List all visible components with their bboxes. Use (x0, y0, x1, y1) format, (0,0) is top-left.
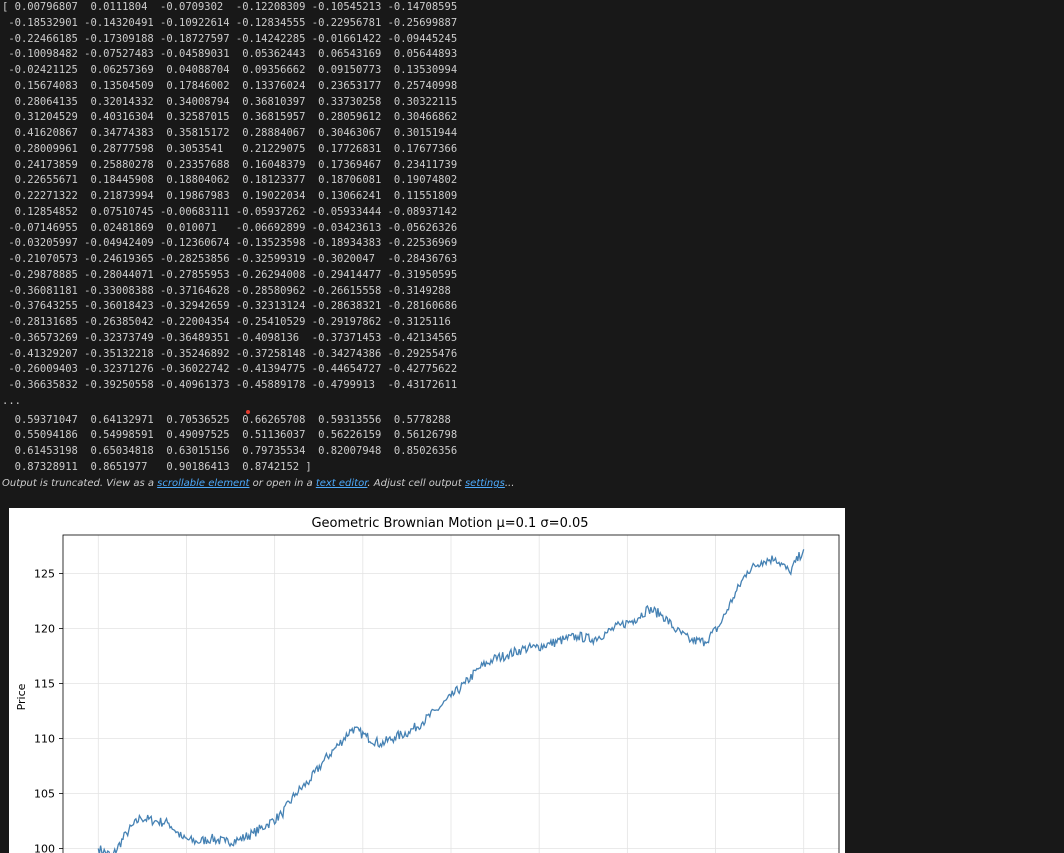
gbm-chart: Geometric Brownian Motion μ=0.1 σ=0.05 1… (9, 508, 845, 853)
output-line: 0.22271322 0.21873994 0.19867983 0.19022… (2, 189, 562, 205)
y-tick-label: 105 (34, 788, 55, 801)
output-line: -0.10098482 -0.07527483 -0.04589031 0.05… (2, 47, 562, 63)
output-line: -0.37643255 -0.36018423 -0.32942659 -0.3… (2, 299, 562, 315)
output-line: 0.61453198 0.65034818 0.63015156 0.79735… (2, 444, 562, 460)
truncation-notice: Output is truncated. View as a scrollabl… (2, 478, 514, 489)
output-line: 0.22655671 0.18445908 0.18804062 0.18123… (2, 173, 562, 189)
output-line: 0.59371047 0.64132971 0.70536525 0.66265… (2, 413, 562, 429)
output-line: -0.36081181 -0.33008388 -0.37164628 -0.2… (2, 284, 562, 300)
cursor-marker (246, 410, 250, 414)
y-tick-label: 125 (34, 568, 55, 581)
output-line: -0.07146955 0.02481869 0.010071 -0.06692… (2, 221, 562, 237)
y-axis-label: Price (15, 683, 28, 710)
output-line: [ 0.00796807 0.0111804 -0.0709302 -0.122… (2, 0, 562, 16)
output-line: 0.28064135 0.32014332 0.34008794 0.36810… (2, 95, 562, 111)
output-line: -0.28131685 -0.26385042 -0.22004354 -0.2… (2, 315, 562, 331)
output-line: -0.26009403 -0.32371276 -0.36022742 -0.4… (2, 362, 562, 378)
truncation-middle2: . Adjust cell output (367, 478, 465, 489)
cell-output-text: [ 0.00796807 0.0111804 -0.0709302 -0.122… (2, 0, 562, 476)
output-line: -0.18532901 -0.14320491 -0.10922614 -0.1… (2, 16, 562, 32)
output-line: 0.41620867 0.34774383 0.35815172 0.28884… (2, 126, 562, 142)
output-line: 0.55094186 0.54998591 0.49097525 0.51136… (2, 428, 562, 444)
output-line: 0.87328911 0.8651977 0.90186413 0.874215… (2, 460, 562, 476)
truncation-middle: or open in a (249, 478, 315, 489)
chart-figure: Geometric Brownian Motion μ=0.1 σ=0.05 1… (9, 508, 845, 853)
output-line: -0.36573269 -0.32373749 -0.36489351 -0.4… (2, 331, 562, 347)
output-line: 0.24173859 0.25880278 0.23357688 0.16048… (2, 158, 562, 174)
y-axis-ticks: 100105110115120125 (34, 568, 63, 853)
output-line: 0.15674083 0.13504509 0.17846002 0.13376… (2, 79, 562, 95)
output-ellipsis: ... (2, 394, 562, 410)
settings-link[interactable]: settings (465, 478, 505, 489)
output-line: -0.21070573 -0.24619365 -0.28253856 -0.3… (2, 252, 562, 268)
output-line: 0.28009961 0.28777598 0.3053541 0.212290… (2, 142, 562, 158)
scrollable-element-link[interactable]: scrollable element (157, 478, 249, 489)
y-tick-label: 120 (34, 623, 55, 636)
text-editor-link[interactable]: text editor (316, 478, 368, 489)
output-line: -0.41329207 -0.35132218 -0.35246892 -0.3… (2, 347, 562, 363)
output-line: 0.31204529 0.40316304 0.32587015 0.36815… (2, 110, 562, 126)
truncation-suffix: ... (505, 478, 515, 489)
output-line: -0.03205997 -0.04942409 -0.12360674 -0.1… (2, 236, 562, 252)
output-line: -0.22466185 -0.17309188 -0.18727597 -0.1… (2, 32, 562, 48)
chart-title: Geometric Brownian Motion μ=0.1 σ=0.05 (311, 516, 588, 531)
output-line: -0.36635832 -0.39250558 -0.40961373 -0.4… (2, 378, 562, 394)
y-tick-label: 115 (34, 678, 55, 691)
output-line: -0.02421125 0.06257369 0.04088704 0.0935… (2, 63, 562, 79)
output-line: 0.12854852 0.07510745 -0.00683111 -0.059… (2, 205, 562, 221)
truncation-prefix: Output is truncated. View as a (2, 478, 157, 489)
output-line: -0.29878885 -0.28044071 -0.27855953 -0.2… (2, 268, 562, 284)
y-tick-label: 110 (34, 733, 55, 746)
